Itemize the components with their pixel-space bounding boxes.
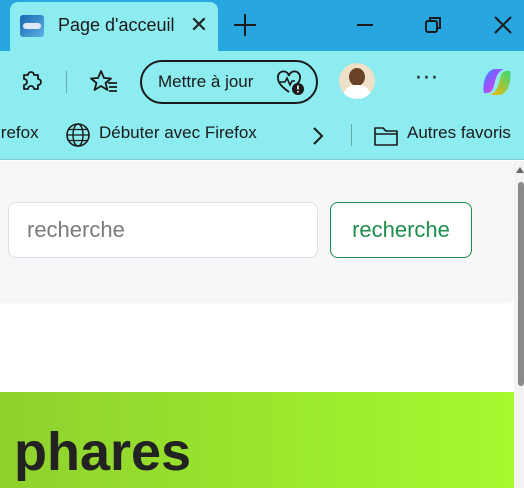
tab-title: Page d'acceuil	[58, 15, 175, 35]
toolbar-divider	[66, 71, 67, 93]
favorites-star-list-icon[interactable]	[88, 66, 120, 98]
globe-icon	[66, 123, 90, 147]
heartbeat-alert-icon	[277, 70, 304, 95]
update-label: Mettre à jour	[158, 72, 254, 91]
extensions-puzzle-icon[interactable]	[15, 66, 47, 98]
site-favicon-icon	[20, 15, 44, 37]
avatar-head	[349, 68, 365, 86]
tab-close-icon[interactable]: ✕	[186, 13, 212, 39]
update-button[interactable]: Mettre à jour	[140, 60, 318, 104]
search-input[interactable]	[8, 202, 318, 258]
scroll-up-icon[interactable]	[516, 167, 524, 173]
tab-strip: Page d'acceuil ✕	[0, 0, 524, 51]
bookmark-firefox[interactable]: irefox	[0, 123, 39, 143]
new-tab-plus-icon[interactable]	[230, 10, 260, 40]
hero-banner: phares	[0, 392, 514, 488]
minimize-icon[interactable]	[350, 10, 380, 40]
restore-icon[interactable]	[418, 10, 448, 40]
toolbar: Mettre à jour ···	[0, 51, 524, 112]
page-content: recherche phares	[0, 161, 524, 488]
folder-icon	[374, 127, 398, 146]
bookmarks-divider	[351, 124, 352, 146]
banner-title: phares	[14, 422, 192, 482]
bookmarks-bar: irefox Débuter avec Firefox Autres favor…	[0, 112, 524, 160]
search-card: recherche	[0, 161, 516, 299]
more-options-icon[interactable]: ···	[412, 65, 442, 95]
search-button[interactable]: recherche	[330, 202, 472, 258]
profile-avatar[interactable]	[339, 63, 375, 99]
tab-page-accueil[interactable]: Page d'acceuil ✕	[10, 2, 218, 51]
close-window-icon[interactable]	[488, 10, 518, 40]
bookmark-debuter-firefox[interactable]: Débuter avec Firefox	[99, 123, 257, 143]
copilot-icon[interactable]	[478, 63, 516, 101]
bookmark-autres-favoris[interactable]: Autres favoris	[407, 123, 511, 143]
chevron-right-icon[interactable]	[308, 124, 328, 148]
scrollbar-thumb[interactable]	[518, 182, 524, 386]
avatar-body	[343, 85, 371, 99]
